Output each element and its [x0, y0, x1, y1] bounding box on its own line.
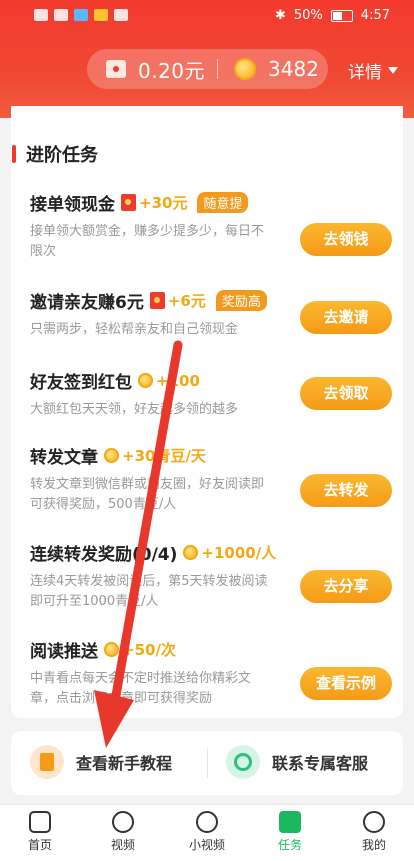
wifi-icon [54, 9, 68, 21]
cash-balance: 0.20元 [138, 58, 206, 83]
clock: 4:57 [360, 8, 390, 23]
tab-label: 我的 [361, 838, 386, 852]
detail-button[interactable]: 详情 [348, 58, 398, 83]
short-video-icon [196, 811, 218, 833]
detail-label: 详情 [348, 63, 382, 83]
tutorial-label: 查看新手教程 [76, 754, 173, 773]
bottom-tab-bar: 首页 视频 小视频 任务 我的 [0, 804, 414, 861]
task-reward: +100 [156, 371, 200, 390]
task-name: 转发文章 [30, 448, 98, 468]
coin-icon [183, 545, 199, 560]
task-badge: 随意提 [197, 192, 249, 213]
task-action-button[interactable]: 查看示例 [300, 667, 392, 700]
profile-icon [363, 811, 385, 833]
home-icon [29, 811, 51, 833]
tab-profile[interactable]: 我的 [344, 805, 404, 853]
tab-label: 任务 [277, 838, 302, 852]
task-name: 接单领现金 [30, 195, 115, 215]
task-action-button[interactable]: 去分享 [300, 570, 392, 603]
tutorial-link[interactable]: 查看新手教程 [30, 745, 172, 779]
divider [217, 59, 219, 79]
customer-service-label: 联系专属客服 [272, 754, 369, 773]
red-envelope-icon [149, 292, 165, 309]
app-notification-icon [94, 9, 108, 21]
cloud-icon [74, 9, 88, 21]
tab-tasks[interactable]: 任务 [260, 805, 320, 853]
tab-short-video[interactable]: 小视频 [177, 805, 237, 853]
task-description: 大额红包天天领，好友越多领的越多 [30, 402, 239, 417]
headset-icon [226, 745, 260, 779]
tab-home[interactable]: 首页 [10, 805, 70, 853]
task-description: 只需两步，轻松帮亲友和自己领现金 [30, 322, 239, 337]
tab-label: 首页 [27, 838, 52, 852]
task-name: 连续转发奖励(0/4) [30, 545, 178, 565]
task-action-button[interactable]: 去邀请 [300, 301, 392, 334]
task-action-button[interactable]: 去转发 [300, 474, 392, 507]
customer-service-link[interactable]: 联系专属客服 [226, 745, 368, 779]
task-description: 接单领大额赏金，赚多少提多少，每日不限次 [30, 224, 265, 259]
tutorial-book-icon [30, 745, 64, 779]
balance-pill[interactable]: 0.20元 3482 [87, 49, 328, 89]
task-badge: 奖励高 [215, 290, 267, 311]
task-reward: +6元 [167, 292, 206, 310]
task-description: 中青看点每天会不定时推送给你精彩文章，点击浏览文章即可获得奖励 [30, 671, 252, 706]
task-reward: +30青豆/天 [122, 447, 206, 465]
task-description: 转发文章到微信群或朋友圈，好友阅读即可获得奖励，500青豆/人 [30, 477, 265, 512]
status-icons [34, 9, 128, 21]
bluetooth-icon: ✱ [274, 8, 286, 23]
coin-icon [104, 448, 119, 463]
battery-icon [330, 9, 353, 22]
coin-icon [234, 58, 257, 80]
task-reward: +30元 [139, 194, 188, 212]
tab-video[interactable]: 视频 [93, 805, 153, 853]
task-name: 好友签到红包 [30, 373, 132, 393]
tab-label: 视频 [110, 838, 135, 852]
task-description: 连续4天转发被阅读后，第5天转发被阅读即可升至1000青豆/人 [30, 574, 268, 609]
task-name: 阅读推送 [30, 642, 98, 662]
section-accent-bar [12, 145, 16, 163]
coin-icon [138, 373, 153, 388]
signal-icon [34, 9, 48, 21]
coin-balance: 3482 [268, 57, 319, 81]
section-header: 进阶任务 [12, 141, 98, 167]
tasks-icon [279, 811, 301, 833]
app-notification-icon [114, 9, 128, 21]
play-icon [112, 811, 134, 833]
tab-label: 小视频 [188, 838, 225, 852]
red-envelope-icon [106, 60, 126, 78]
task-action-button[interactable]: 去领钱 [300, 223, 392, 256]
task-action-button[interactable]: 去领取 [300, 377, 392, 410]
section-title: 进阶任务 [26, 145, 98, 166]
coin-icon [104, 642, 119, 657]
battery-percent: 50% [293, 8, 323, 23]
task-name: 邀请亲友赚6元 [30, 293, 144, 313]
task-reward: +50/次 [122, 641, 176, 659]
divider [207, 748, 208, 778]
chevron-down-icon [388, 67, 398, 74]
task-reward: +1000/人 [201, 544, 277, 562]
status-bar: ✱ 50% 4:57 [0, 0, 414, 34]
red-envelope-icon [121, 194, 136, 211]
